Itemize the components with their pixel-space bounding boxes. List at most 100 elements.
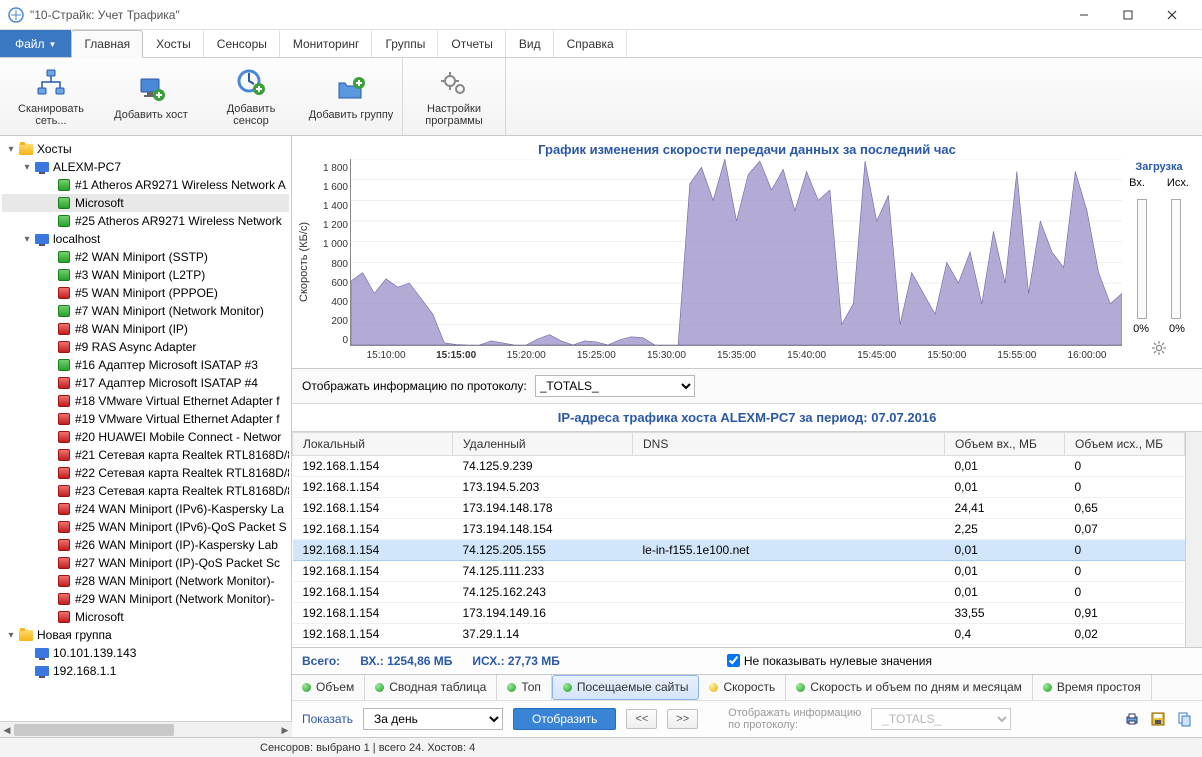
- tree-item[interactable]: #8 WAN Miniport (IP): [2, 320, 289, 338]
- scroll-thumb[interactable]: [14, 724, 174, 736]
- bottom-tab[interactable]: Скорость: [699, 675, 786, 700]
- table-row[interactable]: 192.168.1.15474.125.111.2330,010: [293, 561, 1185, 582]
- bottom-tab[interactable]: Посещаемые сайты: [552, 675, 700, 700]
- host-tree[interactable]: ▾Хосты▾ALEXM-PC7#1 Atheros AR9271 Wirele…: [0, 136, 292, 721]
- menu-tab-4[interactable]: Группы: [372, 30, 438, 57]
- tree-item[interactable]: 192.168.1.1: [2, 662, 289, 680]
- table-row[interactable]: 192.168.1.154173.194.5.2030,010: [293, 477, 1185, 498]
- table-row[interactable]: 192.168.1.154173.194.222.840,010: [293, 645, 1185, 647]
- table-header[interactable]: DNS: [633, 433, 945, 456]
- table-cell: 0: [1065, 477, 1185, 498]
- menu-tab-2[interactable]: Сенсоры: [204, 30, 280, 57]
- tree-expander-icon[interactable]: ▾: [20, 162, 34, 173]
- menu-tab-7[interactable]: Справка: [554, 30, 627, 57]
- prev-button[interactable]: <<: [626, 709, 657, 729]
- window-minimize-button[interactable]: [1062, 1, 1106, 29]
- tree-item[interactable]: #5 WAN Miniport (PPPOE): [2, 284, 289, 302]
- table-header[interactable]: Локальный: [293, 433, 453, 456]
- tree-item[interactable]: #2 WAN Miniport (SSTP): [2, 248, 289, 266]
- scroll-left-icon[interactable]: ◀: [0, 722, 14, 738]
- period-select[interactable]: За день: [363, 708, 503, 730]
- tree-item[interactable]: #18 VMware Virtual Ethernet Adapter f: [2, 392, 289, 410]
- tree-item[interactable]: ▾ALEXM-PC7: [2, 158, 289, 176]
- tree-label: #20 HUAWEI Mobile Connect - Networ: [75, 430, 281, 444]
- file-menu-button[interactable]: Файл ▼: [0, 30, 71, 57]
- table-row[interactable]: 192.168.1.154173.194.148.17824,410,65: [293, 498, 1185, 519]
- bottom-tab[interactable]: Сводная таблица: [365, 675, 497, 700]
- ribbon-btn-network[interactable]: Сканировать сеть...: [8, 63, 94, 131]
- bottom-tab[interactable]: Скорость и объем по дням и месяцам: [786, 675, 1033, 700]
- tree-item[interactable]: ▾Новая группа: [2, 626, 289, 644]
- tree-item[interactable]: #19 VMware Virtual Ethernet Adapter f: [2, 410, 289, 428]
- menu-tab-5[interactable]: Отчеты: [438, 30, 505, 57]
- tree-item[interactable]: #29 WAN Miniport (Network Monitor)-: [2, 590, 289, 608]
- bottom-tab[interactable]: Время простоя: [1033, 675, 1152, 700]
- bottom-tab[interactable]: Топ: [497, 675, 552, 700]
- table-row[interactable]: 192.168.1.154173.194.148.1542,250,07: [293, 519, 1185, 540]
- menu-tab-0[interactable]: Главная: [71, 30, 143, 58]
- tree-item[interactable]: 10.101.139.143: [2, 644, 289, 662]
- tree-item[interactable]: #28 WAN Miniport (Network Monitor)-: [2, 572, 289, 590]
- tree-expander-icon[interactable]: ▾: [20, 234, 34, 245]
- tree-item[interactable]: ▾localhost: [2, 230, 289, 248]
- table-row[interactable]: 192.168.1.15474.125.205.155le-in-f155.1e…: [293, 540, 1185, 561]
- print-icon[interactable]: [1124, 711, 1140, 727]
- table-vscroll[interactable]: [1185, 432, 1202, 647]
- table-header[interactable]: Объем вх., МБ: [945, 433, 1065, 456]
- ip-traffic-table[interactable]: ЛокальныйУдаленныйDNSОбъем вх., МБОбъем …: [292, 432, 1185, 647]
- tree-item[interactable]: #17 Адаптер Microsoft ISATAP #4: [2, 374, 289, 392]
- scroll-right-icon[interactable]: ▶: [278, 722, 292, 738]
- tree-item[interactable]: Microsoft: [2, 194, 289, 212]
- tree-item[interactable]: #9 RAS Async Adapter: [2, 338, 289, 356]
- table-row[interactable]: 192.168.1.15437.29.1.140,40,02: [293, 624, 1185, 645]
- sensor-status-icon: [56, 178, 72, 192]
- totals-in: ВХ.: 1254,86 МБ: [360, 654, 452, 668]
- tree-expander-icon[interactable]: ▾: [4, 630, 18, 641]
- ribbon-btn-group-add[interactable]: Добавить группу: [308, 63, 394, 131]
- tree-item[interactable]: #27 WAN Miniport (IP)-QoS Packet Sc: [2, 554, 289, 572]
- save-icon[interactable]: [1150, 711, 1166, 727]
- ribbon-btn-gears[interactable]: Настройки программы: [411, 63, 497, 131]
- tree-label: #25 WAN Miniport (IPv6)-QoS Packet S: [75, 520, 287, 534]
- tree-item[interactable]: ▾Хосты: [2, 140, 289, 158]
- tree-expander-icon[interactable]: ▾: [4, 144, 18, 155]
- tree-item[interactable]: #24 WAN Miniport (IPv6)-Kaspersky La: [2, 500, 289, 518]
- tree-item[interactable]: #26 WAN Miniport (IP)-Kaspersky Lab: [2, 536, 289, 554]
- tree-item[interactable]: #3 WAN Miniport (L2TP): [2, 266, 289, 284]
- proto-filter-2-select[interactable]: _TOTALS_: [871, 708, 1011, 730]
- tree-item[interactable]: #22 Сетевая карта Realtek RTL8168D/8: [2, 464, 289, 482]
- menu-tab-3[interactable]: Мониторинг: [280, 30, 373, 57]
- next-button[interactable]: >>: [667, 709, 698, 729]
- hide-zeros-checkbox[interactable]: Не показывать нулевые значения: [727, 654, 932, 668]
- app-icon: [8, 7, 24, 23]
- bottom-tab[interactable]: Объем: [292, 675, 365, 700]
- gear-icon[interactable]: [1152, 341, 1166, 355]
- tree-item[interactable]: #7 WAN Miniport (Network Monitor): [2, 302, 289, 320]
- window-maximize-button[interactable]: [1106, 1, 1150, 29]
- tree-item[interactable]: #16 Адаптер Microsoft ISATAP #3: [2, 356, 289, 374]
- menu-tab-1[interactable]: Хосты: [143, 30, 204, 57]
- hide-zeros-input[interactable]: [727, 654, 740, 667]
- table-header[interactable]: Объем исх., МБ: [1065, 433, 1185, 456]
- table-cell: 0: [1065, 561, 1185, 582]
- tree-item[interactable]: #25 Atheros AR9271 Wireless Network: [2, 212, 289, 230]
- tree-item[interactable]: #23 Сетевая карта Realtek RTL8168D/8: [2, 482, 289, 500]
- table-header[interactable]: Удаленный: [453, 433, 633, 456]
- tree-item[interactable]: Microsoft: [2, 608, 289, 626]
- copy-icon[interactable]: [1176, 711, 1192, 727]
- tree-item[interactable]: #1 Atheros AR9271 Wireless Network A: [2, 176, 289, 194]
- menu-tab-6[interactable]: Вид: [506, 30, 554, 57]
- tree-hscroll[interactable]: ◀ ▶: [0, 721, 292, 737]
- render-button[interactable]: Отобразить: [513, 708, 616, 730]
- ribbon-btn-sensor-add[interactable]: Добавить сенсор: [208, 63, 294, 131]
- window-close-button[interactable]: [1150, 1, 1194, 29]
- tree-item[interactable]: #25 WAN Miniport (IPv6)-QoS Packet S: [2, 518, 289, 536]
- table-row[interactable]: 192.168.1.154173.194.149.1633,550,91: [293, 603, 1185, 624]
- tree-item[interactable]: #20 HUAWEI Mobile Connect - Networ: [2, 428, 289, 446]
- table-row[interactable]: 192.168.1.15474.125.9.2390,010: [293, 456, 1185, 477]
- ribbon-btn-host-add[interactable]: Добавить хост: [108, 63, 194, 131]
- tree-item[interactable]: #21 Сетевая карта Realtek RTL8168D/8: [2, 446, 289, 464]
- protocol-filter-select[interactable]: _TOTALS_: [535, 375, 695, 397]
- table-cell: [633, 645, 945, 647]
- table-row[interactable]: 192.168.1.15474.125.162.2430,010: [293, 582, 1185, 603]
